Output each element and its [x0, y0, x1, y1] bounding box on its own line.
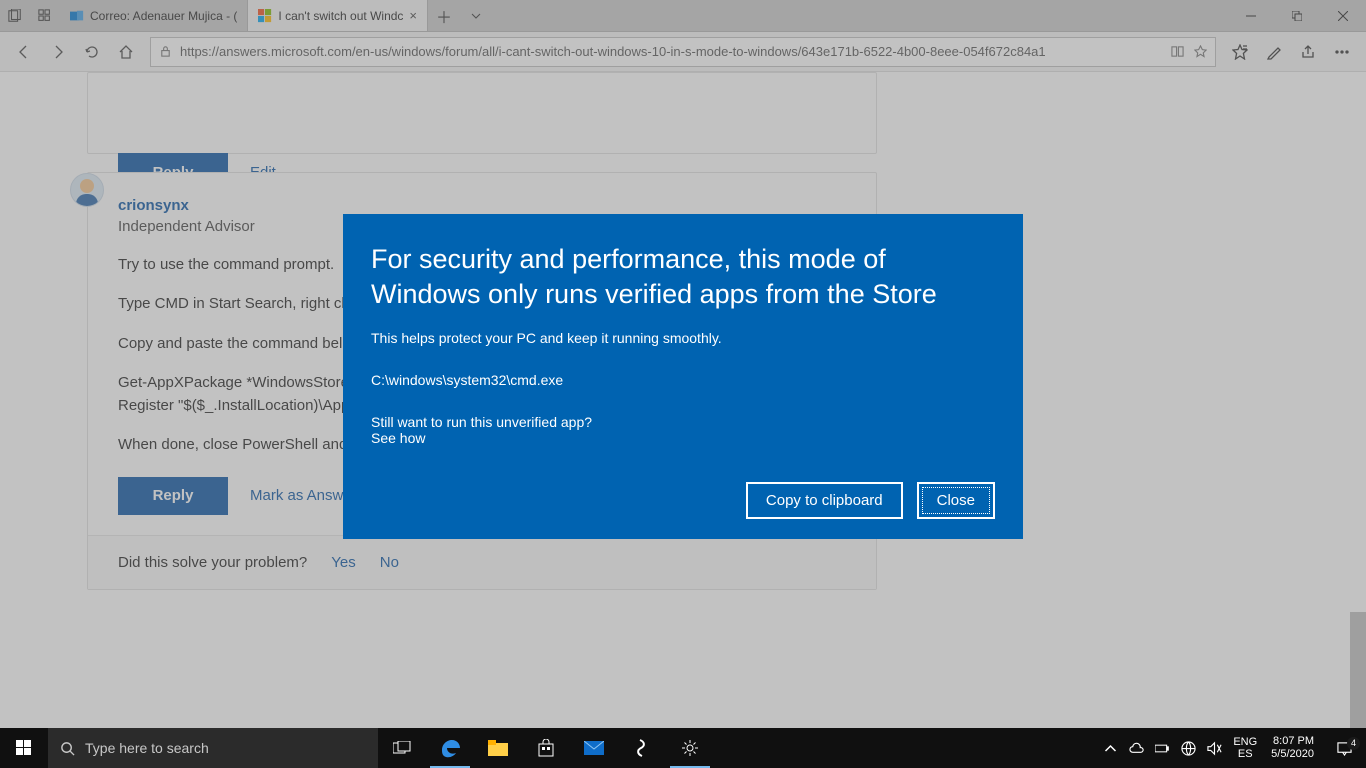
edge-icon[interactable] [426, 728, 474, 768]
groove-icon[interactable] [618, 728, 666, 768]
taskbar: Type here to search ENG ES 8:07 PM 5/5/2… [0, 728, 1366, 768]
see-how-link[interactable]: See how [371, 430, 425, 446]
file-explorer-icon[interactable] [474, 728, 522, 768]
network-icon[interactable] [1175, 728, 1201, 768]
store-icon[interactable] [522, 728, 570, 768]
tray-chevron-icon[interactable] [1097, 728, 1123, 768]
dialog-title: For security and performance, this mode … [371, 242, 995, 312]
search-icon [60, 741, 75, 756]
clock[interactable]: 8:07 PM 5/5/2020 [1263, 735, 1322, 761]
close-dialog-button[interactable]: Close [917, 482, 995, 519]
volume-icon[interactable] [1201, 728, 1227, 768]
dialog-still-want: Still want to run this unverified app? [371, 414, 995, 430]
start-button[interactable] [0, 728, 48, 768]
mail-icon[interactable] [570, 728, 618, 768]
notification-badge: 4 [1347, 737, 1360, 750]
lang-line1: ENG [1233, 736, 1257, 748]
tray: ENG ES 8:07 PM 5/5/2020 4 [1097, 728, 1366, 768]
search-placeholder: Type here to search [85, 740, 209, 756]
lang-line2: ES [1233, 748, 1257, 760]
clock-time: 8:07 PM [1271, 735, 1314, 748]
action-center-icon[interactable]: 4 [1322, 741, 1366, 756]
task-view-icon[interactable] [378, 728, 426, 768]
taskbar-apps [378, 728, 714, 768]
s-mode-dialog: For security and performance, this mode … [343, 214, 1023, 539]
dialog-blocked-path: C:\windows\system32\cmd.exe [371, 372, 995, 388]
onedrive-icon[interactable] [1123, 728, 1149, 768]
clock-date: 5/5/2020 [1271, 748, 1314, 761]
dialog-subtitle: This helps protect your PC and keep it r… [371, 330, 995, 346]
copy-to-clipboard-button[interactable]: Copy to clipboard [746, 482, 903, 519]
language-indicator[interactable]: ENG ES [1227, 736, 1263, 760]
settings-icon[interactable] [666, 728, 714, 768]
battery-icon[interactable] [1149, 728, 1175, 768]
taskbar-search[interactable]: Type here to search [48, 728, 378, 768]
